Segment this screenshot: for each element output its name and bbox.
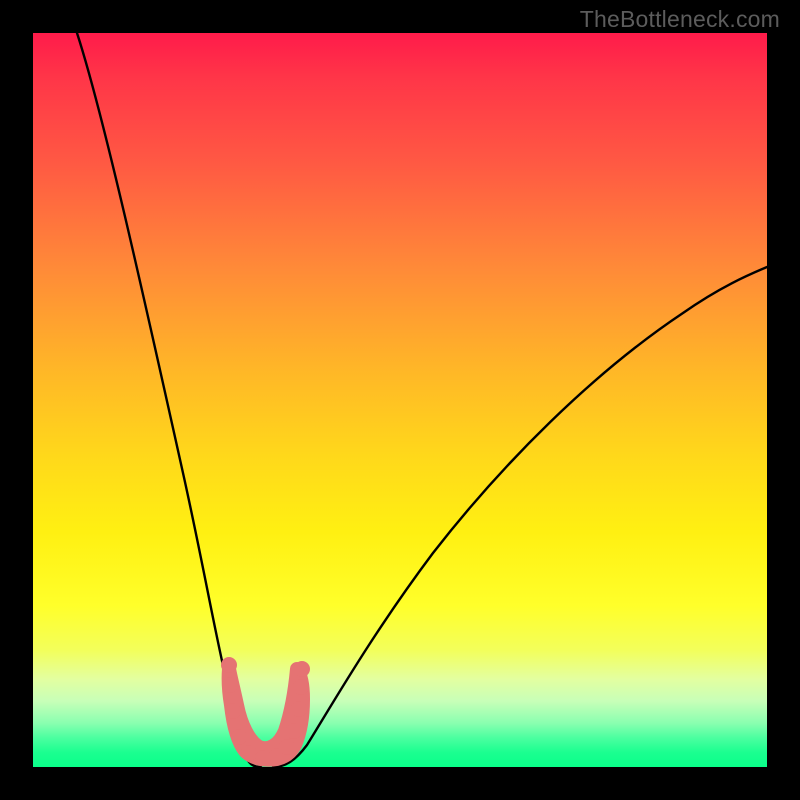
marker-dot <box>255 750 271 766</box>
marker-dot <box>294 661 310 677</box>
marker-dot <box>291 701 307 717</box>
marker-dot <box>279 739 295 755</box>
marker-dot <box>231 729 247 745</box>
chart-overlay <box>33 33 767 767</box>
bottleneck-curve-right <box>273 267 767 767</box>
marker-dot <box>293 679 309 695</box>
marker-dot <box>225 703 241 719</box>
bottleneck-curve-left <box>77 33 261 767</box>
marker-dot <box>222 677 238 693</box>
chart-frame: TheBottleneck.com <box>0 0 800 800</box>
marker-dot <box>241 745 257 761</box>
watermark-text: TheBottleneck.com <box>580 6 780 33</box>
marker-dot <box>286 723 302 739</box>
marker-dot <box>221 657 237 673</box>
